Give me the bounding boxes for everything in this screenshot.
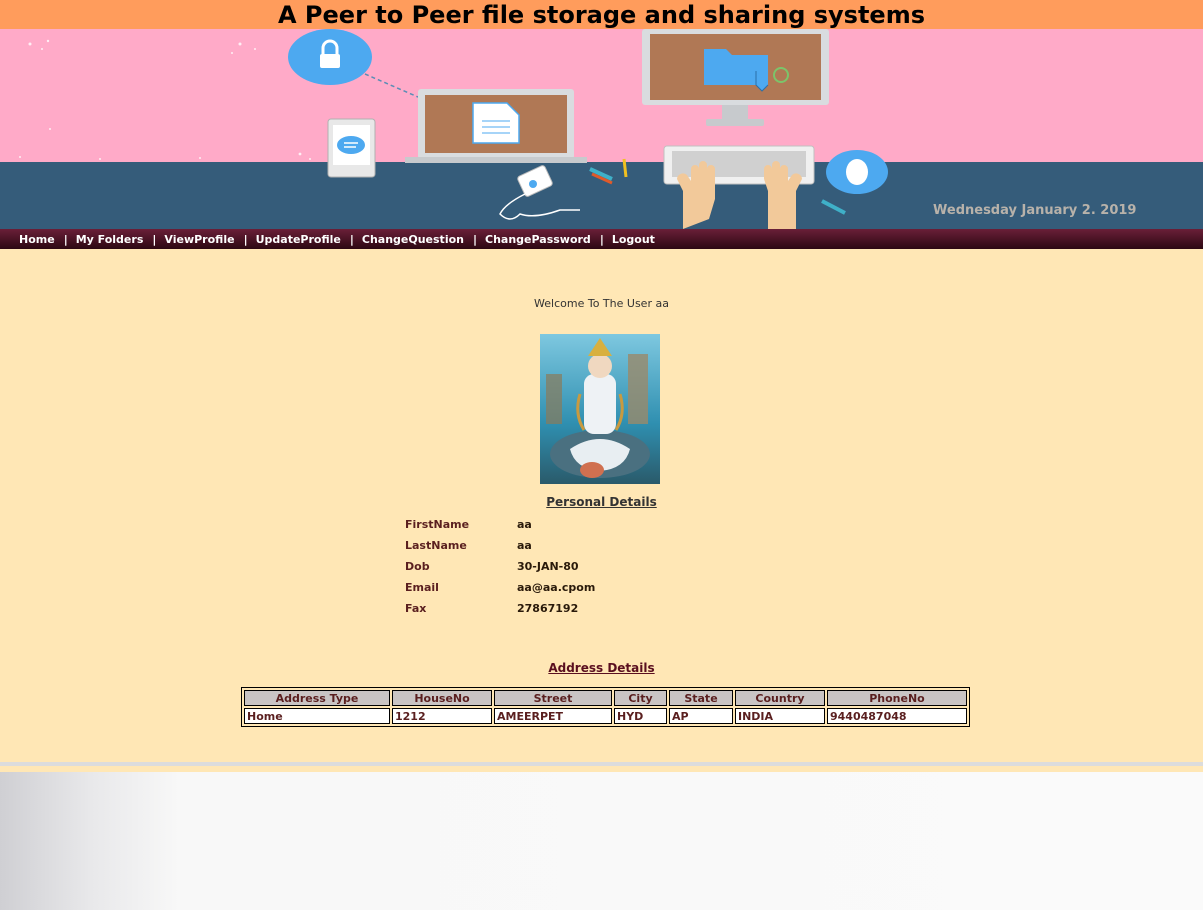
address-details-heading: Address Details bbox=[548, 661, 655, 675]
nav-change-password-link[interactable]: ChangePassword bbox=[485, 233, 591, 246]
main-nav: Home | My Folders | ViewProfile | Update… bbox=[0, 229, 1203, 249]
phone-icon bbox=[327, 118, 376, 178]
table-row: Home 1212 AMEERPET HYD AP INDIA 94404870… bbox=[244, 708, 967, 724]
nav-view-profile-link[interactable]: ViewProfile bbox=[164, 233, 234, 246]
column-header-state: State bbox=[669, 690, 733, 706]
detail-value: aa bbox=[517, 539, 532, 552]
page-title: A Peer to Peer file storage and sharing … bbox=[0, 0, 1203, 29]
personal-details-heading: Personal Details bbox=[546, 495, 657, 509]
mouse-icon bbox=[826, 150, 888, 194]
footer bbox=[0, 772, 1203, 910]
detail-label: Fax bbox=[405, 602, 427, 615]
nav-separator: | bbox=[152, 232, 157, 246]
nav-separator: | bbox=[243, 232, 248, 246]
table-cell: AMEERPET bbox=[494, 708, 612, 724]
paint-splatter bbox=[19, 39, 311, 160]
column-header-phone-no: PhoneNo bbox=[827, 690, 967, 706]
detail-value: aa bbox=[517, 518, 532, 531]
table-header-row: Address Type HouseNo Street City State C… bbox=[244, 690, 967, 706]
table-cell: AP bbox=[669, 708, 733, 724]
detail-value: aa@aa.cpom bbox=[517, 581, 596, 594]
column-header-address-type: Address Type bbox=[244, 690, 390, 706]
lock-bubble-icon bbox=[288, 29, 419, 98]
column-header-house-no: HouseNo bbox=[392, 690, 492, 706]
nav-separator: | bbox=[472, 232, 478, 246]
header-banner: Wednesday January 2. 2019 bbox=[0, 29, 1203, 229]
table-cell: 9440487048 bbox=[827, 708, 967, 724]
nav-logout-link[interactable]: Logout bbox=[612, 233, 655, 246]
nav-separator: | bbox=[349, 232, 354, 246]
monitor-icon bbox=[642, 29, 829, 126]
detail-value: 27867192 bbox=[517, 602, 579, 615]
detail-label: LastName bbox=[405, 539, 467, 552]
nav-change-question-link[interactable]: ChangeQuestion bbox=[362, 233, 464, 246]
table-cell: HYD bbox=[614, 708, 667, 724]
nav-separator: | bbox=[63, 232, 68, 246]
main-content: Welcome To The User aa Personal Details … bbox=[0, 249, 1203, 762]
detail-label: FirstName bbox=[405, 518, 470, 531]
nav-home-link[interactable]: Home bbox=[19, 233, 55, 246]
table-cell: INDIA bbox=[735, 708, 825, 724]
current-date: Wednesday January 2. 2019 bbox=[933, 203, 1137, 218]
music-player bbox=[499, 165, 580, 220]
welcome-message: Welcome To The User aa bbox=[534, 297, 669, 310]
nav-my-folders-link[interactable]: My Folders bbox=[76, 233, 144, 246]
detail-value: 30-JAN-80 bbox=[517, 560, 579, 573]
keyboard-hands bbox=[663, 145, 815, 229]
column-header-city: City bbox=[614, 690, 667, 706]
nav-update-profile-link[interactable]: UpdateProfile bbox=[256, 233, 341, 246]
nav-separator: | bbox=[599, 232, 604, 246]
column-header-street: Street bbox=[494, 690, 612, 706]
address-table: Address Type HouseNo Street City State C… bbox=[241, 687, 970, 727]
table-cell: Home bbox=[244, 708, 390, 724]
detail-label: Email bbox=[405, 581, 439, 594]
table-cell: 1212 bbox=[392, 708, 492, 724]
column-header-country: Country bbox=[735, 690, 825, 706]
profile-photo bbox=[540, 334, 660, 484]
laptop-icon bbox=[405, 89, 587, 163]
banner-illustration bbox=[19, 29, 888, 229]
detail-label: Dob bbox=[405, 560, 430, 573]
